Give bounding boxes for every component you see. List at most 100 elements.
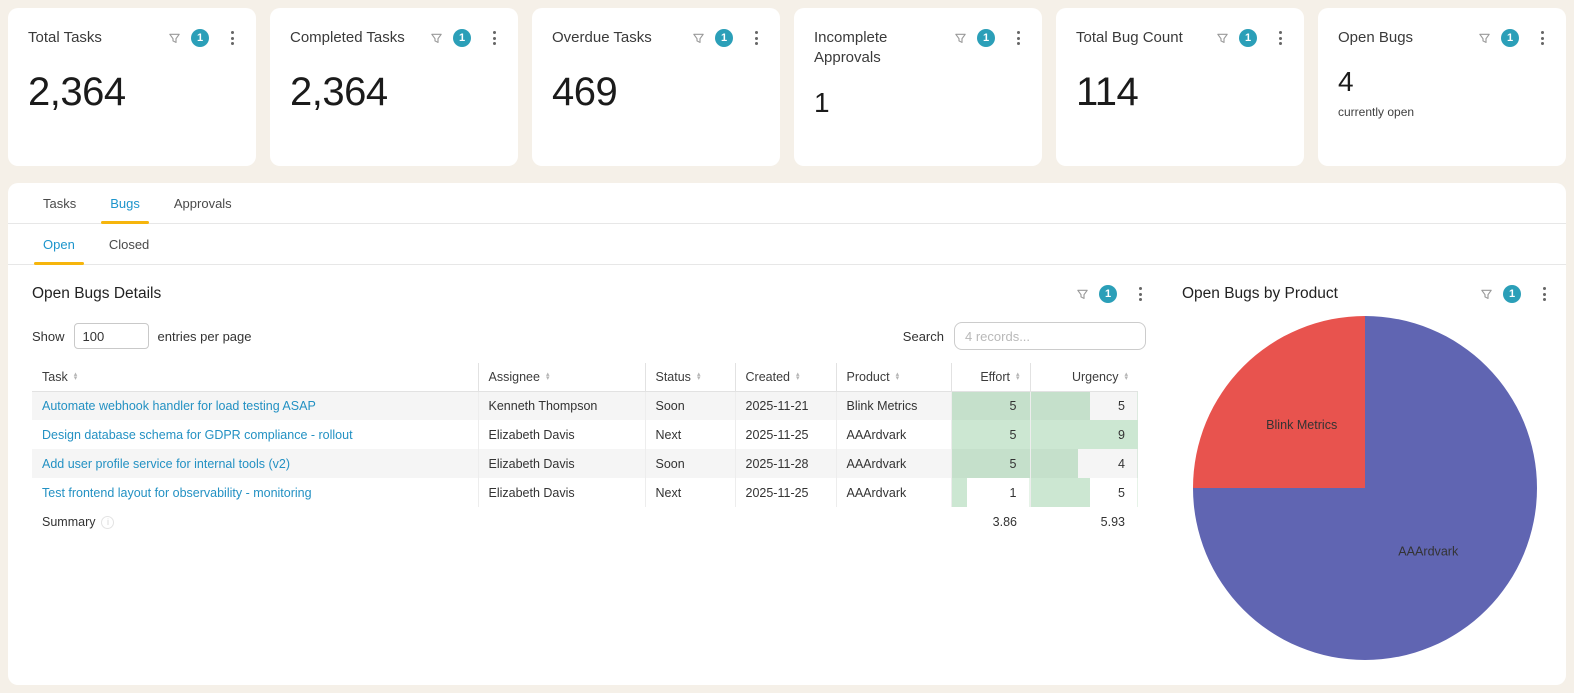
filter-count-badge[interactable]: 1 bbox=[1099, 285, 1117, 303]
urgency-cell: 5 bbox=[1030, 391, 1138, 420]
filter-funnel-icon[interactable] bbox=[691, 31, 706, 46]
column-label: Effort bbox=[980, 370, 1010, 384]
column-header-urgency[interactable]: Urgency▴▾ bbox=[1030, 363, 1138, 391]
kpi-card-title: Incomplete Approvals bbox=[814, 28, 953, 69]
filter-funnel-icon[interactable] bbox=[167, 31, 182, 46]
filter-count-badge[interactable]: 1 bbox=[1503, 285, 1521, 303]
filter-count-badge[interactable]: 1 bbox=[1501, 29, 1519, 47]
product-cell: AAArdvark bbox=[836, 420, 951, 449]
task-cell: Design database schema for GDPR complian… bbox=[32, 420, 478, 449]
column-header-created[interactable]: Created ▴▾ bbox=[735, 363, 836, 391]
sort-icon: ▴▾ bbox=[796, 373, 800, 381]
content-row: Open Bugs Details 1 Show entries per pag… bbox=[8, 265, 1566, 685]
search-input[interactable] bbox=[954, 322, 1146, 350]
column-header-task[interactable]: Task▴▾ bbox=[32, 363, 478, 391]
task-link[interactable]: Automate webhook handler for load testin… bbox=[42, 399, 316, 413]
kpi-card-open-bugs: Open Bugs 1 4 currently open bbox=[1318, 8, 1566, 166]
filter-funnel-icon[interactable] bbox=[1479, 287, 1494, 302]
column-label: Task bbox=[42, 370, 68, 384]
kpi-card-value: 114 bbox=[1076, 70, 1286, 115]
status-cell: Soon bbox=[645, 391, 735, 420]
kpi-card-actions: 1 bbox=[1215, 28, 1286, 47]
kpi-card-incomplete-approvals: Incomplete Approvals11 bbox=[794, 8, 1042, 166]
product-cell: AAArdvark bbox=[836, 449, 951, 478]
filter-funnel-icon[interactable] bbox=[1075, 287, 1090, 302]
effort-cell: 5 bbox=[951, 449, 1030, 478]
filter-count-badge[interactable]: 1 bbox=[191, 29, 209, 47]
kpi-card-title: Total Bug Count bbox=[1076, 28, 1215, 48]
filter-count-badge[interactable]: 1 bbox=[453, 29, 471, 47]
column-label: Created bbox=[746, 370, 790, 384]
summary-effort-value: 3.86 bbox=[951, 507, 1030, 537]
kebab-menu-button[interactable] bbox=[1135, 285, 1146, 303]
kpi-card-value: 2,364 bbox=[290, 70, 500, 115]
task-cell: Automate webhook handler for load testin… bbox=[32, 391, 478, 420]
kpi-card-title: Completed Tasks bbox=[290, 28, 429, 48]
subtab-closed[interactable]: Closed bbox=[92, 224, 166, 264]
urgency-cell: 9 bbox=[1030, 420, 1138, 449]
task-link[interactable]: Test frontend layout for observability -… bbox=[42, 486, 312, 500]
kpi-card-title: Total Tasks bbox=[28, 28, 167, 48]
created-cell: 2025-11-28 bbox=[735, 449, 836, 478]
show-entries-control: Show entries per page bbox=[32, 323, 251, 349]
status-cell: Soon bbox=[645, 449, 735, 478]
filter-funnel-icon[interactable] bbox=[429, 31, 444, 46]
kebab-menu-button[interactable] bbox=[751, 29, 762, 47]
assignee-cell: Elizabeth Davis bbox=[478, 449, 645, 478]
kebab-menu-button[interactable] bbox=[489, 29, 500, 47]
tab-tasks[interactable]: Tasks bbox=[26, 183, 93, 223]
table-controls: Show entries per page Search bbox=[32, 322, 1146, 350]
effort-cell: 1 bbox=[951, 478, 1030, 507]
table-row: Add user profile service for internal to… bbox=[32, 449, 1138, 478]
status-cell: Next bbox=[645, 478, 735, 507]
search-control: Search bbox=[903, 322, 1146, 350]
kebab-menu-button[interactable] bbox=[1537, 29, 1548, 47]
subtab-bar: OpenClosed bbox=[8, 224, 1566, 265]
assignee-cell: Elizabeth Davis bbox=[478, 478, 645, 507]
summary-row: Summary i 3.86 5.93 bbox=[32, 507, 1138, 537]
search-label: Search bbox=[903, 329, 944, 344]
filter-count-badge[interactable]: 1 bbox=[715, 29, 733, 47]
info-icon[interactable]: i bbox=[101, 516, 114, 529]
task-link[interactable]: Add user profile service for internal to… bbox=[42, 457, 290, 471]
filter-funnel-icon[interactable] bbox=[953, 31, 968, 46]
table-panel-actions: 1 bbox=[1075, 285, 1146, 303]
created-cell: 2025-11-25 bbox=[735, 478, 836, 507]
table-row: Automate webhook handler for load testin… bbox=[32, 391, 1138, 420]
sort-icon: ▴▾ bbox=[1016, 373, 1020, 381]
column-header-status[interactable]: Status▴▾ bbox=[645, 363, 735, 391]
kebab-menu-button[interactable] bbox=[1275, 29, 1286, 47]
filter-funnel-icon[interactable] bbox=[1215, 31, 1230, 46]
kpi-card-actions: 1 bbox=[691, 28, 762, 47]
sort-icon: ▴▾ bbox=[896, 373, 900, 381]
pie-chart: AAArdvarkBlink Metrics bbox=[1193, 316, 1537, 660]
kpi-card-title: Open Bugs bbox=[1338, 28, 1477, 48]
summary-urgency-value: 5.93 bbox=[1030, 507, 1138, 537]
kpi-card-value: 4 bbox=[1338, 66, 1548, 98]
column-header-assignee[interactable]: Assignee▴▾ bbox=[478, 363, 645, 391]
filter-count-badge[interactable]: 1 bbox=[977, 29, 995, 47]
kebab-menu-button[interactable] bbox=[1013, 29, 1024, 47]
tab-bugs[interactable]: Bugs bbox=[93, 183, 157, 223]
filter-funnel-icon[interactable] bbox=[1477, 31, 1492, 46]
kpi-card-row: Total Tasks12,364Completed Tasks12,364Ov… bbox=[8, 8, 1566, 166]
column-header-effort[interactable]: Effort ▴▾ bbox=[951, 363, 1030, 391]
kpi-card-value: 469 bbox=[552, 70, 762, 115]
sort-icon: ▴▾ bbox=[1124, 373, 1128, 381]
kebab-menu-button[interactable] bbox=[227, 29, 238, 47]
subtab-open[interactable]: Open bbox=[26, 224, 92, 264]
task-link[interactable]: Design database schema for GDPR complian… bbox=[42, 428, 353, 442]
entries-per-page-input[interactable] bbox=[74, 323, 149, 349]
column-header-product[interactable]: Product▴▾ bbox=[836, 363, 951, 391]
created-cell: 2025-11-21 bbox=[735, 391, 836, 420]
tab-approvals[interactable]: Approvals bbox=[157, 183, 249, 223]
kebab-menu-button[interactable] bbox=[1539, 285, 1550, 303]
table-row: Design database schema for GDPR complian… bbox=[32, 420, 1138, 449]
sort-icon: ▴▾ bbox=[546, 373, 550, 381]
product-cell: Blink Metrics bbox=[836, 391, 951, 420]
summary-label: Summary bbox=[42, 515, 95, 529]
tab-bar: TasksBugsApprovals bbox=[8, 183, 1566, 224]
kpi-card-actions: 1 bbox=[429, 28, 500, 47]
filter-count-badge[interactable]: 1 bbox=[1239, 29, 1257, 47]
kpi-card-subtitle: currently open bbox=[1338, 105, 1548, 119]
